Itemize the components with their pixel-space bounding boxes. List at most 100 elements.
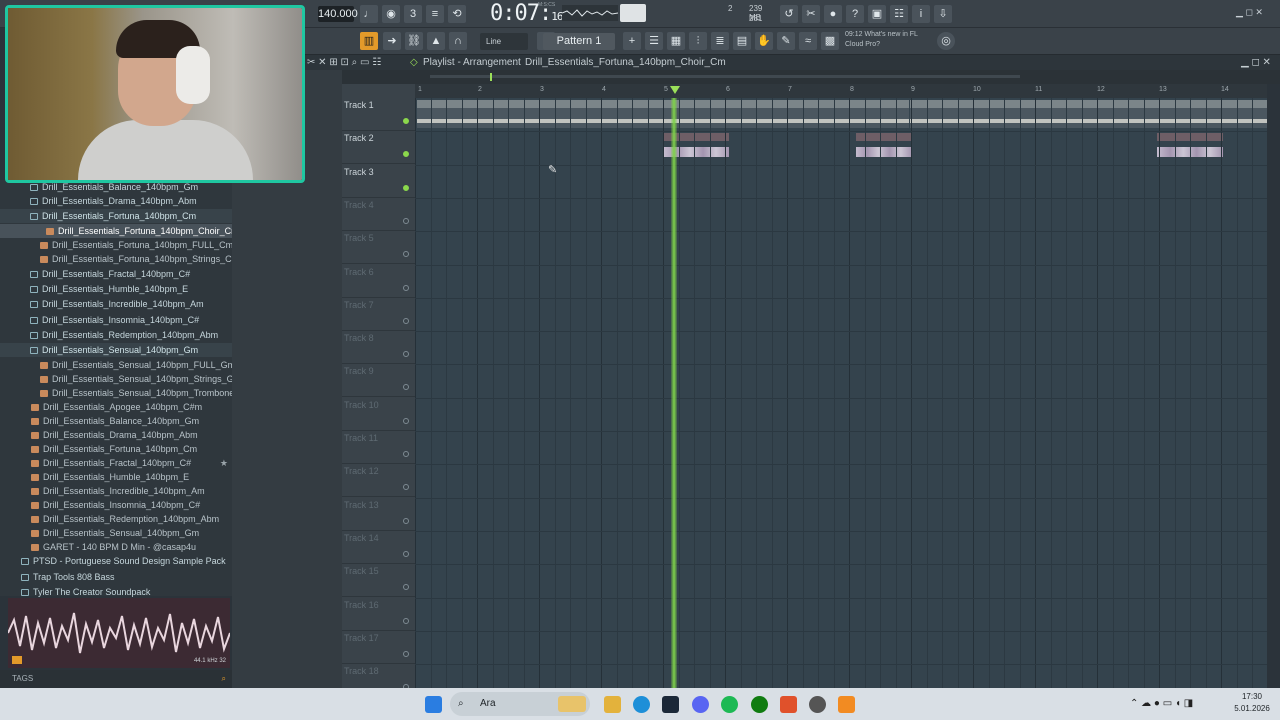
link-icon[interactable]: ⛓: [405, 32, 423, 50]
browser-folder[interactable]: Drill_Essentials_Fortuna_140bpm_Cm: [0, 209, 232, 223]
browser-file[interactable]: Drill_Essentials_Fortuna_140bpm_Choir_Cm: [0, 224, 232, 238]
mixer-view-icon[interactable]: ⫶: [689, 32, 707, 50]
browser-icon[interactable]: ≣: [711, 32, 729, 50]
track-mute-icon[interactable]: [403, 650, 409, 657]
playlist-window-controls-icon[interactable]: ▁ ◻ ✕: [1241, 55, 1271, 70]
browser-file[interactable]: Drill_Essentials_Redemption_140bpm_Abm: [0, 512, 232, 526]
track-header[interactable]: Track 6: [342, 265, 415, 298]
arrangement-grid[interactable]: Drill_Essentials_Incredible_140bpm_Choir…: [415, 98, 1267, 688]
track-header[interactable]: Track 5: [342, 231, 415, 265]
clock[interactable]: 17:30 5.01.2026: [1226, 691, 1278, 717]
track-header[interactable]: Track 2: [342, 131, 415, 165]
start-icon[interactable]: [425, 696, 442, 713]
track-header[interactable]: Track 11: [342, 431, 415, 464]
save-icon[interactable]: ▣: [868, 5, 886, 23]
track-mute-icon[interactable]: [403, 451, 409, 457]
track-mute-icon[interactable]: [403, 184, 409, 191]
playlist-icon[interactable]: ☰: [645, 32, 663, 50]
play-preview-icon[interactable]: [12, 656, 22, 664]
store-icon[interactable]: ▩: [821, 32, 839, 50]
track-header[interactable]: Track 13: [342, 498, 415, 531]
play-icon[interactable]: ◇: [410, 55, 418, 70]
browser-folder[interactable]: Drill_Essentials_Fractal_140bpm_C#: [0, 267, 232, 281]
spotify-icon[interactable]: [721, 696, 738, 713]
browser-folder[interactable]: Drill_Essentials_Drama_140bpm_Abm: [0, 194, 232, 208]
tray-icons[interactable]: ⌃ ☁ ● ▭ ◖ ◨: [1130, 698, 1193, 709]
help-icon[interactable]: ?: [846, 5, 864, 23]
playhead-marker-icon[interactable]: [670, 86, 680, 94]
discord-icon[interactable]: [692, 696, 709, 713]
track-mute-icon[interactable]: [403, 417, 409, 424]
browser-folder[interactable]: Drill_Essentials_Sensual_140bpm_Gm: [0, 343, 232, 357]
info-icon[interactable]: i: [912, 5, 930, 23]
track-mute-icon[interactable]: [403, 484, 409, 491]
track-header[interactable]: Track 4: [342, 198, 415, 231]
browser-file[interactable]: Drill_Essentials_Fortuna_140bpm_Cm: [0, 442, 232, 456]
brush-icon[interactable]: ✎: [777, 32, 795, 50]
taskbar-search[interactable]: ⌕ Ara: [450, 692, 590, 716]
tags-bar[interactable]: TAGS ⌕: [0, 670, 232, 688]
waveform-preview[interactable]: 44.1 kHz 32: [7, 598, 231, 668]
download-icon[interactable]: ⇩: [934, 5, 952, 23]
browser-file[interactable]: Drill_Essentials_Incredible_140bpm_Am: [0, 484, 232, 498]
browser-file[interactable]: Drill_Essentials_Humble_140bpm_E: [0, 470, 232, 484]
search-icon[interactable]: ⌕: [222, 670, 226, 688]
plugin-icon[interactable]: ▤: [733, 32, 751, 50]
browser-file[interactable]: Drill_Essentials_Sensual_140bpm_Strings_…: [0, 372, 232, 386]
mixer-icon[interactable]: ☷: [890, 5, 908, 23]
step-edit-icon[interactable]: ≡: [426, 5, 444, 23]
browser-file[interactable]: Drill_Essentials_Sensual_140bpm_FULL_Gm: [0, 358, 232, 372]
track-mute-icon[interactable]: [403, 517, 409, 524]
snap-magnet-icon[interactable]: ∩: [449, 32, 467, 50]
track-mute-icon[interactable]: [403, 251, 409, 258]
file-explorer-icon[interactable]: [604, 696, 621, 713]
rec-mode-icon[interactable]: ◉: [382, 5, 400, 23]
steam-icon[interactable]: [662, 696, 679, 713]
track-mute-icon[interactable]: [403, 317, 409, 324]
app-icon[interactable]: [838, 696, 855, 713]
metronome-icon[interactable]: ♩: [360, 5, 378, 23]
track-header[interactable]: Track 16: [342, 598, 415, 631]
track-header[interactable]: Track 15: [342, 564, 415, 598]
playlist-tools-icon[interactable]: ✂ ✕ ⊞ ⊡ ⌕ ▭ ☷: [307, 55, 381, 70]
track-header[interactable]: Track 10: [342, 398, 415, 431]
browser-file[interactable]: Drill_Essentials_Sensual_140bpm_Trombone…: [0, 386, 232, 400]
track-mute-icon[interactable]: [403, 351, 409, 358]
browser-file[interactable]: Drill_Essentials_Sensual_140bpm_Gm: [0, 526, 232, 540]
paint-icon[interactable]: ▲: [427, 32, 445, 50]
track-mute-icon[interactable]: [403, 617, 409, 624]
track-mute-icon[interactable]: [403, 584, 409, 591]
track-mute-icon[interactable]: [403, 151, 409, 158]
edge-icon[interactable]: [633, 696, 650, 713]
touch-icon[interactable]: ✋: [755, 32, 773, 50]
browser-file[interactable]: GARET - 140 BPM D Min - @casap4u: [0, 540, 232, 554]
browser-folder[interactable]: Tyler The Creator Soundpack: [0, 585, 232, 599]
browser-folder[interactable]: Trap Tools 808 Bass: [0, 570, 232, 584]
xbox-icon[interactable]: [751, 696, 768, 713]
cut-icon[interactable]: ✂: [802, 5, 820, 23]
browser-folder[interactable]: Drill_Essentials_Insomnia_140bpm_C#: [0, 313, 232, 327]
track-mute-icon[interactable]: [403, 550, 409, 557]
tempo-display[interactable]: 140.000: [318, 6, 358, 22]
timeline-ruler[interactable]: 1 2 3 4 5 6 7 8 9 10 11 12 13 14: [415, 84, 1267, 98]
browser-folder[interactable]: Drill_Essentials_Incredible_140bpm_Am: [0, 297, 232, 311]
loop-rec-icon[interactable]: ⟲: [448, 5, 466, 23]
browser-folder[interactable]: Drill_Essentials_Humble_140bpm_E: [0, 282, 232, 296]
countdown-icon[interactable]: 3: [404, 5, 422, 23]
arrow-icon[interactable]: ➜: [383, 32, 401, 50]
browser-file[interactable]: Drill_Essentials_Fractal_140bpm_C# ★: [0, 456, 232, 470]
track-header[interactable]: Track 12: [342, 464, 415, 498]
track-header[interactable]: Track 3: [342, 165, 415, 198]
scroll-track[interactable]: [430, 75, 1020, 78]
playlist-scrollbar[interactable]: [342, 70, 1280, 84]
browser-file[interactable]: Drill_Essentials_Fortuna_140bpm_FULL_Cm: [0, 238, 232, 252]
piano-roll-icon[interactable]: ▥: [360, 32, 378, 50]
track-header[interactable]: Track 14: [342, 531, 415, 564]
mic-icon[interactable]: ●: [824, 5, 842, 23]
wave-icon[interactable]: ≈: [799, 32, 817, 50]
browser-file[interactable]: Drill_Essentials_Apogee_140bpm_C#m: [0, 400, 232, 414]
track-mute-icon[interactable]: [403, 284, 409, 291]
track-header[interactable]: Track 7: [342, 298, 415, 331]
undo-icon[interactable]: ↺: [780, 5, 798, 23]
browser-folder[interactable]: PTSD - Portuguese Sound Design Sample Pa…: [0, 554, 232, 568]
